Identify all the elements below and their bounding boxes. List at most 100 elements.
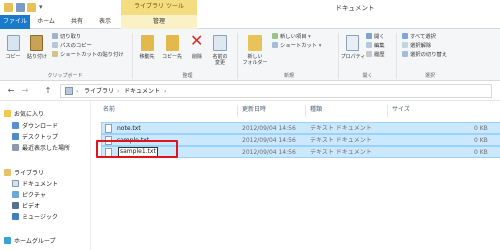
nav-videos[interactable]: ビデオ <box>12 202 40 212</box>
nav-desktop[interactable]: デスクトップ <box>12 133 58 143</box>
breadcrumb-documents[interactable]: ドキュメント <box>124 87 160 96</box>
open-label: 開く <box>374 34 385 40</box>
file-size: 0 KB <box>474 149 488 156</box>
properties-quick-icon[interactable] <box>16 3 25 12</box>
back-button[interactable]: ← <box>6 86 16 96</box>
delete-button[interactable]: 削除 <box>187 54 207 60</box>
download-icon <box>12 122 19 129</box>
delete-icon[interactable]: ✕ <box>190 32 203 50</box>
breadcrumb-separator[interactable]: › <box>76 87 78 96</box>
file-type: テキスト ドキュメント <box>310 137 372 144</box>
nav-label: ミュージック <box>22 214 58 221</box>
rename-label-2[interactable]: 変更 <box>209 60 231 66</box>
move-to-icon[interactable] <box>141 35 154 51</box>
copy-to-icon[interactable] <box>166 35 179 51</box>
address-box[interactable]: › ライブラリ › ドキュメント › <box>60 84 492 98</box>
copy-icon[interactable] <box>7 35 20 51</box>
properties-icon[interactable] <box>346 35 359 51</box>
pictures-icon <box>12 191 19 198</box>
edit-button[interactable]: 編集 <box>366 42 385 50</box>
forward-button[interactable]: → <box>20 86 30 96</box>
select-none-label: 選択解除 <box>410 43 432 49</box>
select-all-button[interactable]: すべて選択 <box>402 33 436 41</box>
invert-selection-button[interactable]: 選択の切り替え <box>402 51 447 59</box>
nav-homegroup[interactable]: ホームグループ <box>4 237 55 247</box>
breadcrumb-libraries[interactable]: ライブラリ <box>84 87 114 96</box>
new-item-label: 新しい項目 <box>280 34 307 40</box>
properties-button[interactable]: プロパティ <box>340 54 366 60</box>
copy-to-button[interactable]: コピー先 <box>160 54 184 60</box>
column-separator[interactable] <box>305 105 306 117</box>
homegroup-icon <box>4 237 11 244</box>
nav-music[interactable]: ミュージック <box>12 213 58 223</box>
tab-file[interactable]: ファイル <box>0 15 30 29</box>
new-folder-quick-icon[interactable] <box>27 3 36 12</box>
shortcut-icon <box>272 42 278 48</box>
scissors-icon <box>52 33 58 39</box>
nav-favorites[interactable]: お気に入り <box>4 110 44 120</box>
nav-label: ライブラリ <box>14 170 45 177</box>
new-item-icon <box>272 33 278 39</box>
select-none-button[interactable]: 選択解除 <box>402 42 431 50</box>
column-name[interactable]: 名前 <box>103 106 115 114</box>
history-label: 履歴 <box>374 52 385 58</box>
history-button[interactable]: 履歴 <box>366 51 385 59</box>
column-separator[interactable] <box>387 105 388 117</box>
new-item-button[interactable]: 新しい項目 ▾ <box>272 33 311 41</box>
copy-path-button[interactable]: パスのコピー <box>52 42 92 50</box>
file-name: note.txt <box>117 125 141 132</box>
paste-shortcut-label: ショートカットの貼り付け <box>60 52 124 58</box>
window-title: ドキュメント <box>335 4 375 12</box>
nav-label: デスクトップ <box>22 134 59 141</box>
cut-button[interactable]: 切り取り <box>52 33 81 41</box>
shortcut-dropdown-icon: ▾ <box>317 43 322 49</box>
paste-icon[interactable] <box>30 35 43 51</box>
folder-icon <box>4 3 13 12</box>
up-button[interactable]: ↑ <box>43 86 53 96</box>
recent-places-icon <box>12 144 19 151</box>
invert-selection-icon <box>402 51 408 57</box>
column-size[interactable]: サイズ <box>392 106 410 114</box>
nav-documents[interactable]: ドキュメント <box>12 180 58 190</box>
nav-downloads[interactable]: ダウンロード <box>12 122 58 132</box>
column-type[interactable]: 種類 <box>310 106 322 114</box>
nav-libraries[interactable]: ライブラリ <box>4 169 44 179</box>
new-folder-label-2[interactable]: フォルダー <box>240 60 270 66</box>
cut-label: 切り取り <box>60 34 82 40</box>
breadcrumb-separator[interactable]: › <box>117 87 119 96</box>
chevron-down-icon[interactable]: ▾ <box>39 3 43 11</box>
paste-shortcut-button[interactable]: ショートカットの貼り付け <box>52 51 124 59</box>
group-separator <box>338 33 339 79</box>
nav-label: お気に入り <box>14 111 45 118</box>
file-size: 0 KB <box>474 137 488 144</box>
shortcut-button[interactable]: ショートカット ▾ <box>272 42 321 50</box>
desktop-icon <box>12 133 19 140</box>
copy-button[interactable]: コピー <box>2 54 24 60</box>
address-bar: ← → ↑ › ライブラリ › ドキュメント › <box>0 81 500 101</box>
new-folder-icon[interactable] <box>248 35 262 51</box>
file-list-pane: 名前 更新日時 種類 サイズ note.txt 2012/09/04 14:56… <box>90 101 500 250</box>
shortcut-label: ショートカット <box>280 43 318 49</box>
breadcrumb-separator[interactable]: › <box>164 87 166 96</box>
library-icon <box>65 87 73 95</box>
column-separator[interactable] <box>237 105 238 117</box>
tab-manage[interactable]: 管理 <box>121 15 197 29</box>
rename-icon[interactable] <box>213 35 227 51</box>
nav-label: 最近表示した場所 <box>22 145 71 152</box>
paste-button[interactable]: 貼り付け <box>24 54 50 60</box>
nav-pictures[interactable]: ピクチャ <box>12 191 46 201</box>
open-button[interactable]: 開く <box>366 33 385 41</box>
nav-recent[interactable]: 最近表示した場所 <box>12 144 70 154</box>
file-date: 2012/09/04 14:56 <box>242 137 296 144</box>
column-date[interactable]: 更新日時 <box>242 106 266 114</box>
file-date: 2012/09/04 14:56 <box>242 149 296 156</box>
invert-selection-label: 選択の切り替え <box>410 52 448 58</box>
tab-share[interactable]: 共有 <box>65 15 89 29</box>
file-row[interactable]: note.txt 2012/09/04 14:56 テキスト ドキュメント 0 … <box>101 122 500 134</box>
move-to-button[interactable]: 移動先 <box>136 54 158 60</box>
tab-home[interactable]: ホーム <box>31 15 61 29</box>
new-item-dropdown-icon: ▾ <box>306 34 311 40</box>
file-type: テキスト ドキュメント <box>310 125 372 132</box>
open-icon <box>366 33 372 39</box>
tab-view[interactable]: 表示 <box>93 15 117 29</box>
